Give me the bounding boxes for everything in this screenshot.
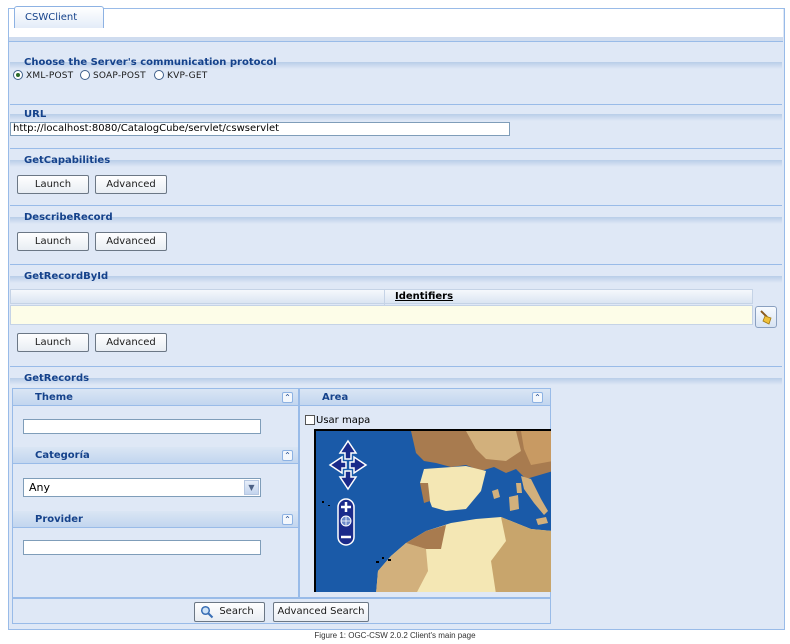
divider <box>10 148 782 149</box>
getcapabilities-advanced-button[interactable]: Advanced <box>95 175 167 194</box>
pan-control-icon[interactable] <box>328 439 368 491</box>
radio-kvp-get-label: KVP-GET <box>167 71 208 81</box>
getrecordbyid-advanced-button[interactable]: Advanced <box>95 333 167 352</box>
describerecord-advanced-button[interactable]: Advanced <box>95 232 167 251</box>
section-getrecords-heading: GetRecords <box>10 372 782 385</box>
radio-xml-post[interactable] <box>13 70 23 80</box>
provider-collapse-icon[interactable]: ⌃ <box>282 514 293 525</box>
tab-strip <box>9 37 783 42</box>
radio-xml-post-label: XML-POST <box>26 71 74 81</box>
figure-caption: Figure 1: OGC-CSW 2.0.2 Client's main pa… <box>314 631 476 640</box>
identifiers-grid-header: Identifiers <box>10 289 753 305</box>
section-getcapabilities-heading: GetCapabilities <box>10 154 782 167</box>
zoom-control-icon[interactable] <box>335 497 357 547</box>
divider <box>10 205 782 206</box>
section-getrecordbyid-heading: GetRecordById <box>10 270 782 283</box>
theme-input[interactable] <box>23 419 261 434</box>
area-map[interactable] <box>314 429 551 592</box>
area-panel-header: Area <box>300 389 550 406</box>
section-describerecord-heading: DescribeRecord <box>10 211 782 224</box>
divider <box>10 366 782 367</box>
identifiers-column-header[interactable]: Identifiers <box>384 290 484 305</box>
categoria-select[interactable]: Any ▼ <box>23 478 261 497</box>
section-protocol-heading: Choose the Server's communication protoc… <box>10 56 782 69</box>
describerecord-launch-button[interactable]: Launch <box>17 232 89 251</box>
tab-cswclient[interactable]: CSWClient <box>14 6 104 28</box>
section-url-heading: URL <box>10 108 782 121</box>
chevron-down-icon[interactable]: ▼ <box>244 480 259 495</box>
search-button[interactable]: Search <box>194 602 265 622</box>
use-map-checkbox[interactable] <box>305 415 315 425</box>
tab-bar <box>9 9 783 38</box>
categoria-selected-value: Any <box>29 481 51 494</box>
categoria-panel-header: Categoría <box>13 447 298 464</box>
use-map-label: Usar mapa <box>316 415 371 426</box>
radio-kvp-get[interactable] <box>154 70 164 80</box>
provider-input[interactable] <box>23 540 261 555</box>
divider <box>10 104 782 105</box>
theme-collapse-icon[interactable]: ⌃ <box>282 392 293 403</box>
magnifier-icon <box>200 605 214 619</box>
getrecordbyid-launch-button[interactable]: Launch <box>17 333 89 352</box>
theme-panel-header: Theme <box>13 389 298 406</box>
provider-panel-header: Provider <box>13 511 298 528</box>
advanced-search-button[interactable]: Advanced Search <box>273 602 369 622</box>
radio-soap-post[interactable] <box>80 70 90 80</box>
getcapabilities-launch-button[interactable]: Launch <box>17 175 89 194</box>
area-collapse-icon[interactable]: ⌃ <box>532 392 543 403</box>
identifiers-grid-row[interactable] <box>10 305 753 325</box>
radio-soap-post-label: SOAP-POST <box>93 71 146 81</box>
clear-broom-icon[interactable] <box>755 306 777 328</box>
search-button-label: Search <box>219 606 254 617</box>
divider <box>10 264 782 265</box>
categoria-collapse-icon[interactable]: ⌃ <box>282 450 293 461</box>
url-input[interactable]: http://localhost:8080/CatalogCube/servle… <box>10 122 510 136</box>
